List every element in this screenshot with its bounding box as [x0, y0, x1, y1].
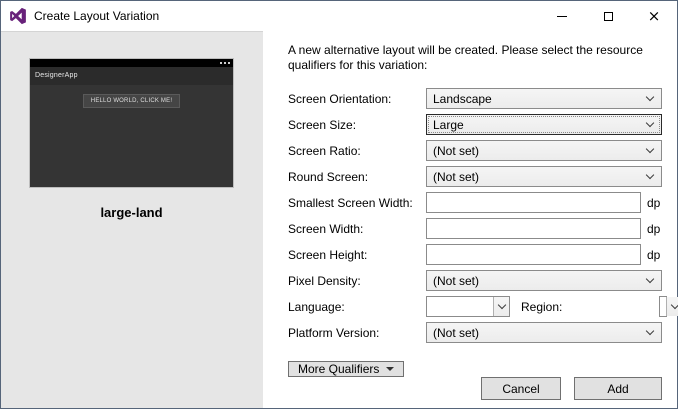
round-screen-select[interactable]: (Not set) — [426, 166, 662, 187]
selected-value: (Not set) — [433, 326, 641, 340]
field-label: Screen Height: — [288, 248, 426, 262]
chevron-down-icon — [646, 119, 654, 127]
selected-value: Large — [433, 118, 641, 132]
preview-hello-button: HELLO WORLD, CLICK ME! — [83, 94, 180, 108]
unit-label: dp — [647, 196, 662, 210]
close-button[interactable]: × — [631, 1, 677, 31]
minimize-icon — [557, 16, 567, 17]
layout-preview-thumbnail: DesignerApp HELLO WORLD, CLICK ME! — [29, 58, 234, 188]
preview-app-title: DesignerApp — [30, 67, 233, 85]
more-qualifiers-label: More Qualifiers — [298, 362, 379, 376]
screen-size-select[interactable]: Large — [426, 114, 662, 135]
chevron-down-icon — [646, 275, 654, 283]
selected-value: Landscape — [433, 92, 641, 106]
chevron-down-icon — [646, 171, 654, 179]
window-title: Create Layout Variation — [34, 9, 539, 23]
status-icon — [228, 62, 230, 64]
form-row-pixel-density: Pixel Density: (Not set) — [288, 270, 662, 291]
language-select[interactable] — [426, 296, 510, 317]
screen-ratio-select[interactable]: (Not set) — [426, 140, 662, 161]
field-label: Pixel Density: — [288, 274, 426, 288]
field-label: Round Screen: — [288, 170, 426, 184]
field-label: Screen Size: — [288, 118, 426, 132]
preview-panel: DesignerApp HELLO WORLD, CLICK ME! large… — [1, 31, 263, 408]
dropdown-button[interactable] — [493, 297, 509, 316]
form-row-screen-size: Screen Size: Large — [288, 114, 662, 135]
screen-height-input[interactable] — [426, 244, 641, 265]
selected-value: (Not set) — [433, 144, 641, 158]
field-label: Smallest Screen Width: — [288, 196, 426, 210]
selected-value: (Not set) — [433, 274, 641, 288]
status-icon — [220, 62, 222, 64]
field-label: Screen Orientation: — [288, 92, 426, 106]
maximize-icon — [604, 12, 613, 21]
close-icon: × — [648, 9, 661, 24]
form-row-round-screen: Round Screen: (Not set) — [288, 166, 662, 187]
window-controls: × — [539, 1, 677, 31]
status-icon — [224, 62, 226, 64]
form-panel: A new alternative layout will be created… — [263, 31, 677, 408]
form-row-language-region: Language: Region: — [288, 296, 662, 317]
more-qualifiers-button[interactable]: More Qualifiers — [288, 361, 404, 377]
variation-name-label: large-land — [29, 205, 234, 220]
dialog-description: A new alternative layout will be created… — [288, 43, 660, 73]
form-row-platform-version: Platform Version: (Not set) — [288, 322, 662, 343]
chevron-down-icon — [646, 145, 654, 153]
dropdown-button[interactable] — [666, 297, 678, 316]
unit-label: dp — [647, 222, 662, 236]
field-label: Platform Version: — [288, 326, 426, 340]
pixel-density-select[interactable]: (Not set) — [426, 270, 662, 291]
form-row-screen-ratio: Screen Ratio: (Not set) — [288, 140, 662, 161]
qualifier-form: Screen Orientation: Landscape Screen Siz… — [288, 88, 662, 348]
cancel-button[interactable]: Cancel — [481, 377, 561, 400]
chevron-down-icon — [646, 327, 654, 335]
add-button[interactable]: Add — [574, 377, 662, 400]
title-bar: Create Layout Variation × — [1, 1, 677, 31]
field-label: Screen Ratio: — [288, 144, 426, 158]
dialog-body: DesignerApp HELLO WORLD, CLICK ME! large… — [1, 31, 677, 408]
region-select[interactable] — [659, 296, 667, 317]
form-row-screen-orientation: Screen Orientation: Landscape — [288, 88, 662, 109]
platform-version-select[interactable]: (Not set) — [426, 322, 662, 343]
screen-width-input[interactable] — [426, 218, 641, 239]
field-label: Region: — [521, 300, 659, 314]
smallest-screen-width-input[interactable] — [426, 192, 641, 213]
dialog-footer: Cancel Add — [288, 377, 662, 400]
create-layout-variation-dialog: Create Layout Variation × DesignerApp HE… — [0, 0, 678, 409]
chevron-down-icon — [646, 93, 654, 101]
selected-value: (Not set) — [433, 170, 641, 184]
unit-label: dp — [647, 248, 662, 262]
field-label: Language: — [288, 300, 426, 314]
chevron-down-icon — [497, 301, 505, 309]
form-row-smallest-screen-width: Smallest Screen Width: dp — [288, 192, 662, 213]
screen-orientation-select[interactable]: Landscape — [426, 88, 662, 109]
minimize-button[interactable] — [539, 1, 585, 31]
field-label: Screen Width: — [288, 222, 426, 236]
chevron-down-icon — [670, 301, 678, 309]
preview-status-bar — [30, 59, 233, 67]
preview-content: HELLO WORLD, CLICK ME! — [30, 85, 233, 187]
maximize-button[interactable] — [585, 1, 631, 31]
visual-studio-icon — [9, 7, 27, 25]
form-row-screen-width: Screen Width: dp — [288, 218, 662, 239]
caret-down-icon — [386, 367, 394, 371]
form-row-screen-height: Screen Height: dp — [288, 244, 662, 265]
